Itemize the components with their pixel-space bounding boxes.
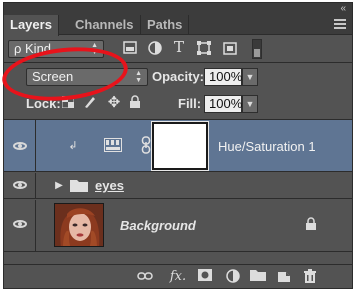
visibility-cell [4,173,36,198]
opacity-label: Opacity: [152,69,205,84]
new-layer-icon[interactable] [276,269,292,285]
layer-name[interactable]: eyes [95,177,124,195]
fill-field[interactable]: 100% [204,95,242,113]
collapse-icon[interactable]: « [340,3,346,15]
filter-adjustment-icon[interactable] [147,41,163,59]
layer-name[interactable]: Hue/Saturation 1 [218,138,316,156]
fill-label: Fill: [178,96,202,111]
opacity-field[interactable]: 100% [204,68,242,86]
layer-row-hue-saturation[interactable]: ↲ Hue/Saturation 1 [4,120,352,172]
panel-top-strip: « [4,3,352,15]
layer-thumbnail[interactable] [54,203,104,247]
dropdown-arrows-icon: ▲ ▼ [135,70,142,84]
eye-icon[interactable] [13,181,27,189]
tab-layers[interactable]: Layers [4,15,59,36]
eye-icon[interactable] [13,142,27,150]
fill-dropdown-button[interactable]: ▼ [242,95,258,113]
eye-icon[interactable] [13,220,27,228]
fx-icon[interactable]: fx. [167,269,189,285]
layer-mask-thumbnail[interactable] [151,121,209,171]
layer-row-background[interactable]: Background [4,200,352,252]
visibility-cell [4,200,36,251]
visibility-cell [4,120,36,171]
tab-paths[interactable]: Paths [141,15,190,35]
opacity-dropdown-button[interactable]: ▼ [242,68,258,86]
mask-icon[interactable] [197,269,213,285]
filter-toggle-switch[interactable] [252,39,262,59]
panel-footer: fx. [4,264,352,288]
new-group-icon[interactable] [250,269,266,285]
layer-row-eyes-group[interactable]: ▶ eyes [4,173,352,199]
link-layers-icon[interactable] [137,269,153,285]
clipping-arrow-icon: ↲ [68,140,78,152]
link-icon[interactable] [140,136,152,158]
filter-type-icon[interactable]: T [172,39,186,55]
panel-menu-icon[interactable] [334,19,346,29]
filter-pixel-icon[interactable] [122,41,138,58]
adjustment-layer-icon [102,138,124,156]
lock-position-icon[interactable]: ✥ [106,95,122,111]
adjustment-icon[interactable] [225,269,241,285]
lock-image-pixels-icon[interactable] [82,95,98,113]
folder-icon [69,178,89,196]
layer-name[interactable]: Background [120,217,196,235]
trash-icon[interactable] [302,269,318,285]
lock-all-icon[interactable] [128,95,142,113]
lock-icon [304,217,318,235]
expand-arrow-icon[interactable]: ▶ [54,178,64,194]
filter-smart-object-icon[interactable] [222,41,238,59]
panel-tab-bar: Layers Channels Paths [4,15,352,36]
layers-panel: « Layers Channels Paths ρ Kind ▲ ▼ T Scr… [3,2,353,289]
tab-channels[interactable]: Channels [69,15,141,35]
filter-shape-icon[interactable] [196,41,212,59]
